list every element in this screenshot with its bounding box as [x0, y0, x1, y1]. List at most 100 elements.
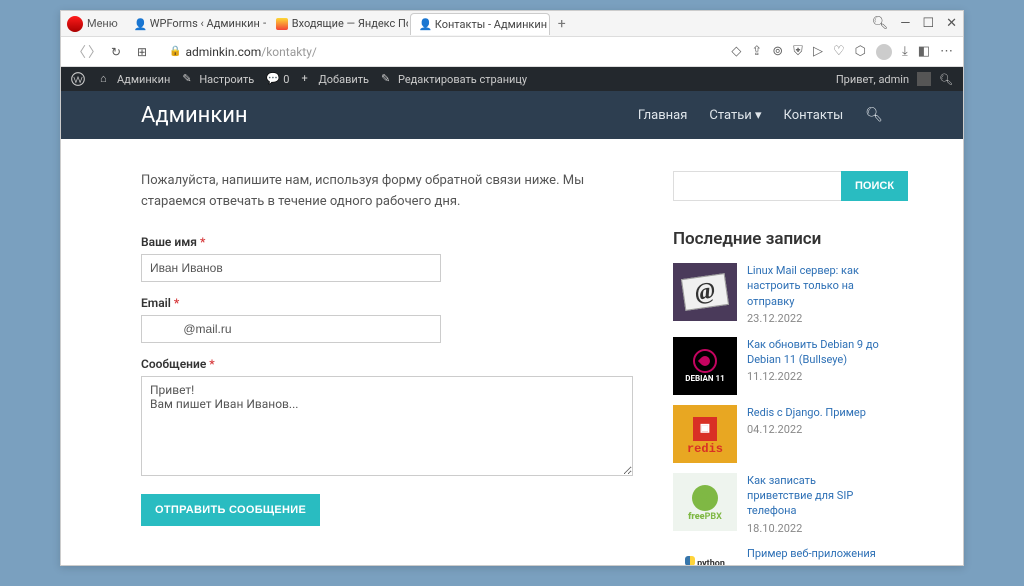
wp-customize[interactable]: ✎ Настроить — [182, 72, 254, 86]
wp-edit[interactable]: ✎ Редактировать страницу — [381, 72, 527, 86]
post-date: 18.10.2022 — [747, 521, 883, 536]
tool-icon[interactable]: ⊚ — [772, 44, 783, 60]
tool-icon[interactable]: ▷ — [813, 44, 823, 60]
post-link[interactable]: Redis с Django. Пример — [747, 405, 866, 420]
tab-label: Контакты - Админкин — [435, 18, 547, 31]
post-link[interactable]: Как записать приветствие для SIP телефон… — [747, 473, 883, 519]
tab-yandex[interactable]: Входящие — Яндекс Поч — [268, 13, 408, 35]
post-item: DEBIAN 11 Как обновить Debian 9 до Debia… — [673, 337, 883, 395]
post-item: @ Linux Mail сервер: как настроить тольк… — [673, 263, 883, 327]
url-path: /kontakty/ — [261, 45, 317, 59]
wp-admin-bar: ⌂ Админкин ✎ Настроить 💬 0 + Добавить ✎ … — [61, 67, 963, 91]
opera-icon[interactable] — [67, 16, 83, 32]
url-field[interactable]: adminkin.com/kontakty/ — [185, 45, 731, 59]
recent-posts-title: Последние записи — [673, 229, 883, 249]
tool-icon[interactable]: ⛨ — [793, 44, 803, 60]
wp-site-link[interactable]: ⌂ Админкин — [100, 72, 170, 86]
nav-contacts[interactable]: Контакты — [784, 108, 844, 123]
search-icon[interactable]: 🔍︎ — [872, 16, 889, 31]
download-icon[interactable]: ⤓ — [902, 44, 908, 60]
site-header: Админкин Главная Статьи ▾ Контакты 🔍︎ — [61, 91, 963, 139]
wp-add-label: Добавить — [318, 73, 369, 86]
tool-icon[interactable]: ⇪ — [751, 44, 762, 60]
browser-window: Меню 👤 WPForms ‹ Админкин — × Входящие —… — [60, 10, 964, 566]
search-input[interactable] — [673, 171, 841, 201]
sidebar: ПОИСК Последние записи @ Linux Mail серв… — [673, 171, 883, 565]
message-label: Сообщение * — [141, 357, 633, 371]
page-content: Пожалуйста, напишите нам, используя форм… — [61, 139, 963, 565]
message-group: Сообщение * — [141, 357, 633, 480]
tool-icon[interactable]: ♡ — [833, 44, 845, 60]
wp-logo[interactable] — [71, 72, 88, 86]
post-item: python&django Пример веб-приложения на D… — [673, 546, 883, 565]
post-thumb[interactable]: ☻freePBX — [673, 473, 737, 531]
wp-site-name: Админкин — [117, 73, 170, 86]
tab-label: Входящие — Яндекс Поч — [292, 17, 408, 30]
more-icon[interactable]: ⋯ — [940, 44, 953, 60]
home-icon: ⌂ — [100, 72, 114, 86]
tool-icon[interactable]: ⬡ — [855, 44, 866, 60]
submit-button[interactable]: ОТПРАВИТЬ СООБЩЕНИЕ — [141, 494, 320, 526]
nav-articles[interactable]: Статьи ▾ — [709, 108, 761, 123]
reload-button[interactable]: ↻ — [108, 45, 124, 59]
message-textarea[interactable] — [141, 376, 633, 476]
post-link[interactable]: Пример веб-приложения на Django — [747, 546, 883, 565]
tab-wpforms[interactable]: 👤 WPForms ‹ Админкин — × — [126, 13, 266, 35]
maximize-icon[interactable]: ☐ — [922, 16, 934, 31]
wp-edit-label: Редактировать страницу — [398, 73, 527, 86]
post-item: ▣redis Redis с Django. Пример 04.12.2022 — [673, 405, 883, 463]
main-column: Пожалуйста, напишите нам, используя форм… — [141, 171, 633, 565]
post-item: ☻freePBX Как записать приветствие для SI… — [673, 473, 883, 537]
intro-text: Пожалуйста, напишите нам, используя форм… — [141, 171, 633, 213]
email-group: Email * — [141, 296, 633, 343]
name-input[interactable] — [141, 254, 441, 282]
post-thumb[interactable]: ▣redis — [673, 405, 737, 463]
forward-button[interactable]: 〉 — [87, 42, 103, 62]
post-thumb[interactable]: @ — [673, 263, 737, 321]
wp-comments-count: 0 — [283, 73, 289, 86]
wp-greeting[interactable]: Привет, admin — [836, 73, 909, 86]
menu-button[interactable]: Меню — [87, 17, 118, 30]
tab-bar: Меню 👤 WPForms ‹ Админкин — × Входящие —… — [61, 11, 963, 37]
wp-customize-label: Настроить — [199, 73, 254, 86]
search-button[interactable]: ПОИСК — [841, 171, 908, 201]
pencil-icon: ✎ — [381, 72, 395, 86]
nav-home[interactable]: Главная — [638, 108, 687, 123]
post-date: 04.12.2022 — [747, 422, 866, 437]
user-icon: 👤 — [419, 18, 431, 30]
post-date: 23.12.2022 — [747, 311, 883, 326]
lock-icon[interactable]: 🔒 — [169, 46, 181, 57]
back-button[interactable]: 〈 — [71, 42, 87, 62]
search-icon[interactable]: 🔍︎ — [939, 73, 953, 86]
name-label: Ваше имя * — [141, 235, 633, 249]
brush-icon: ✎ — [182, 72, 196, 86]
user-icon: 👤 — [134, 18, 146, 30]
apps-icon[interactable]: ⊞ — [134, 45, 150, 59]
close-window-icon[interactable]: ✕ — [946, 16, 957, 31]
tab-contacts[interactable]: 👤 Контакты - Админкин × — [410, 13, 550, 35]
wp-avatar[interactable] — [917, 72, 931, 86]
site-title[interactable]: Админкин — [141, 103, 248, 128]
new-tab-button[interactable]: + — [558, 16, 566, 32]
email-input[interactable] — [141, 315, 441, 343]
avatar-icon[interactable] — [876, 44, 892, 60]
post-thumb[interactable]: python&django — [673, 546, 737, 565]
wp-add[interactable]: + Добавить — [301, 72, 369, 86]
search-icon[interactable]: 🔍︎ — [865, 107, 883, 123]
name-group: Ваше имя * — [141, 235, 633, 282]
url-host: adminkin.com — [185, 45, 261, 59]
minimize-icon[interactable]: — — [900, 16, 910, 31]
sidebar-icon[interactable]: ◧ — [918, 44, 930, 60]
post-link[interactable]: Как обновить Debian 9 до Debian 11 (Bull… — [747, 337, 883, 368]
search-widget: ПОИСК — [673, 171, 883, 201]
tool-icon[interactable]: ◇ — [731, 44, 741, 60]
email-label: Email * — [141, 296, 633, 310]
mail-icon — [276, 18, 288, 30]
post-date: 11.12.2022 — [747, 369, 883, 384]
post-thumb[interactable]: DEBIAN 11 — [673, 337, 737, 395]
plus-icon: + — [301, 72, 315, 86]
address-bar: 〈 〉 ↻ ⊞ 🔒 adminkin.com/kontakty/ ◇ ⇪ ⊚ ⛨… — [61, 37, 963, 67]
site-nav: Главная Статьи ▾ Контакты 🔍︎ — [638, 107, 883, 123]
post-link[interactable]: Linux Mail сервер: как настроить только … — [747, 263, 883, 309]
wp-comments[interactable]: 💬 0 — [266, 72, 289, 86]
